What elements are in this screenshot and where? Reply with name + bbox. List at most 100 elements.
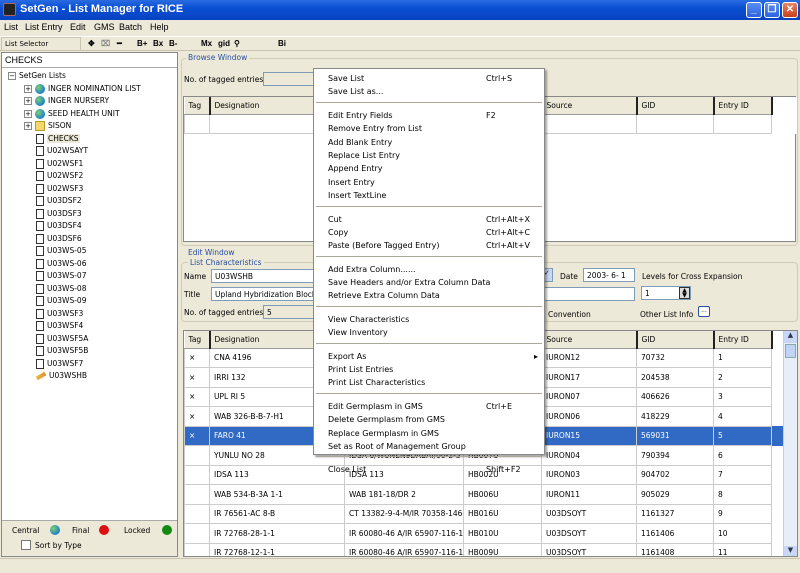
cell[interactable]: IURON06 (541, 406, 637, 427)
scroll-up-icon[interactable]: ▲ (784, 331, 797, 343)
cell[interactable] (184, 542, 210, 556)
menu-item-save-list-as[interactable]: Save List as... (314, 85, 544, 98)
cell[interactable]: IURON15 (541, 425, 637, 446)
cell[interactable]: 2 (713, 367, 772, 388)
table-row[interactable]: IR 72768-12-1-1 IR 60080-46 A/IR 65907-11… (184, 542, 784, 556)
minimize-button[interactable]: _ (746, 2, 762, 18)
col-tag[interactable]: Tag (184, 331, 211, 349)
tree-list-item[interactable]: U03WS-05 (36, 245, 86, 257)
menu-item-save-list[interactable]: Save List Ctrl+S (314, 72, 544, 85)
tree-list-item[interactable]: U03DSF6 (36, 233, 82, 245)
tree-folder[interactable]: + INGER NURSERY (24, 95, 109, 107)
cell[interactable]: 418229 (636, 406, 714, 427)
cell[interactable]: HB009U (463, 542, 542, 556)
vertical-scrollbar[interactable]: ▲ ▼ (783, 331, 797, 556)
cell[interactable]: WAB 181-18/DR 2 (344, 484, 464, 505)
cell[interactable]: IURON17 (541, 367, 637, 388)
cell[interactable]: 406626 (636, 386, 714, 407)
cell[interactable] (184, 503, 210, 524)
tree-list-item[interactable]: U02WSF3 (36, 183, 83, 195)
cell[interactable]: 904702 (636, 464, 714, 485)
cell[interactable]: IR 60080-46 A/IR 65907-116-1- (344, 542, 464, 556)
expand-icon[interactable]: + (24, 109, 32, 118)
cell[interactable]: U03DSOYT (541, 503, 637, 524)
menu-item-view-characteristics[interactable]: View Characteristics (314, 313, 544, 326)
menu-item-insert-entry[interactable]: Insert Entry (314, 176, 544, 189)
cell[interactable]: WAB 534-B-3A 1-1 (209, 484, 345, 505)
tree-list-item[interactable]: U03DSF4 (36, 220, 82, 232)
cell[interactable]: 8 (713, 484, 772, 505)
tree-list-item[interactable]: U03WSF3 (36, 308, 83, 320)
date-field[interactable]: 2003- 6- 1 (583, 268, 635, 282)
menu-item-retrieve-extra-column-data[interactable]: Retrieve Extra Column Data (314, 289, 544, 302)
cell[interactable]: × (184, 386, 210, 407)
tree-list-item[interactable]: U03DSF3 (36, 208, 82, 220)
menu-help[interactable]: Help (150, 22, 169, 32)
b-minus-button[interactable]: B- (169, 39, 177, 48)
menu-item-add-extra-column[interactable]: Add Extra Column...... (314, 263, 544, 276)
col-entry-id[interactable]: Entry ID (713, 97, 773, 115)
mx-button[interactable]: Mx (201, 39, 212, 48)
cell[interactable]: HB010U (463, 523, 542, 544)
expand-icon[interactable]: + (24, 122, 32, 130)
tree-list-item[interactable]: U03WS-06 (36, 258, 86, 270)
col-gid[interactable]: GID (636, 331, 715, 349)
cell[interactable] (184, 484, 210, 505)
cell[interactable]: 7 (713, 464, 772, 485)
spinner-arrows-icon[interactable]: ▲ ▼ (679, 287, 690, 299)
cell[interactable]: 10 (713, 523, 772, 544)
menu-item-remove-entry-from-list[interactable]: Remove Entry from List (314, 122, 544, 135)
table-row[interactable]: WAB 534-B-3A 1-1 WAB 181-18/DR 2 HB006U IUR… (184, 484, 784, 505)
menu-item-save-headers-and-or-extra-column-data[interactable]: Save Headers and/or Extra Column Data (314, 276, 544, 289)
tree-list-item[interactable]: U03WS-09 (36, 295, 86, 307)
cell[interactable]: IR 72768-28-1-1 (209, 523, 345, 544)
cell[interactable]: U03DSOYT (541, 542, 637, 556)
menu-item-cut[interactable]: Cut Ctrl+Alt+X (314, 213, 544, 226)
tree-list-item[interactable]: U03WS-07 (36, 270, 86, 282)
col-source[interactable]: Source (541, 331, 638, 349)
col-entry-id[interactable]: Entry ID (713, 331, 773, 349)
restore-button[interactable]: ❐ (764, 2, 780, 18)
cell[interactable] (184, 445, 210, 466)
menu-item-export-as[interactable]: Export As ▸ (314, 350, 544, 363)
cell[interactable] (184, 464, 210, 485)
tree-list-item[interactable]: U03WS-08 (36, 283, 86, 295)
cell[interactable]: 11 (713, 542, 772, 556)
menu-item-paste-before-tagged-entry[interactable]: Paste (Before Tagged Entry) Ctrl+Alt+V (314, 239, 544, 252)
tree-list-item[interactable]: CHECKS (36, 133, 80, 145)
cell[interactable]: IR 72768-12-1-1 (209, 542, 345, 556)
cell[interactable]: IURON03 (541, 464, 637, 485)
menu-list[interactable]: List (4, 22, 18, 32)
menu-batch[interactable]: Batch (119, 22, 142, 32)
add-icon[interactable]: ✥ (88, 39, 95, 48)
cell[interactable]: 790394 (636, 445, 714, 466)
bi-button[interactable]: Bi (278, 39, 286, 48)
menu-item-insert-textline[interactable]: Insert TextLine (314, 189, 544, 202)
tree-list-item[interactable]: U03DSF2 (36, 195, 82, 207)
cell[interactable]: IURON12 (541, 347, 637, 368)
cell[interactable]: HB016U (463, 503, 542, 524)
cell[interactable]: IR 60080-46 A/IR 65907-116-1- (344, 523, 464, 544)
tree-list-item[interactable]: U02WSAYT (36, 145, 88, 157)
expand-icon[interactable]: + (24, 97, 32, 105)
menu-item-print-list-entries[interactable]: Print List Entries (314, 363, 544, 376)
close-button[interactable]: ✕ (782, 2, 798, 18)
cell[interactable]: 1161408 (636, 542, 714, 556)
menu-item-view-inventory[interactable]: View Inventory (314, 326, 544, 339)
cell[interactable]: U03DSOYT (541, 523, 637, 544)
menu-item-append-entry[interactable]: Append Entry (314, 162, 544, 175)
col-gid[interactable]: GID (636, 97, 715, 115)
cell[interactable]: 6 (713, 445, 772, 466)
menu-item-add-blank-entry[interactable]: Add Blank Entry (314, 136, 544, 149)
tree-list-item[interactable]: U03WSF7 (36, 358, 83, 370)
cell[interactable]: IURON07 (541, 386, 637, 407)
cell[interactable]: × (184, 425, 210, 446)
menu-item-edit-germplasm-in-gms[interactable]: Edit Germplasm in GMS Ctrl+E (314, 400, 544, 413)
menu-list-entry[interactable]: List Entry (25, 22, 63, 32)
cell[interactable]: × (184, 347, 210, 368)
menu-item-copy[interactable]: Copy Ctrl+Alt+C (314, 226, 544, 239)
cell[interactable]: IR 76561-AC 8-B (209, 503, 345, 524)
binoculars-icon[interactable]: ⚲ (234, 39, 240, 48)
cell[interactable]: 905029 (636, 484, 714, 505)
tree-list-item[interactable]: U03WSF5A (36, 333, 88, 345)
